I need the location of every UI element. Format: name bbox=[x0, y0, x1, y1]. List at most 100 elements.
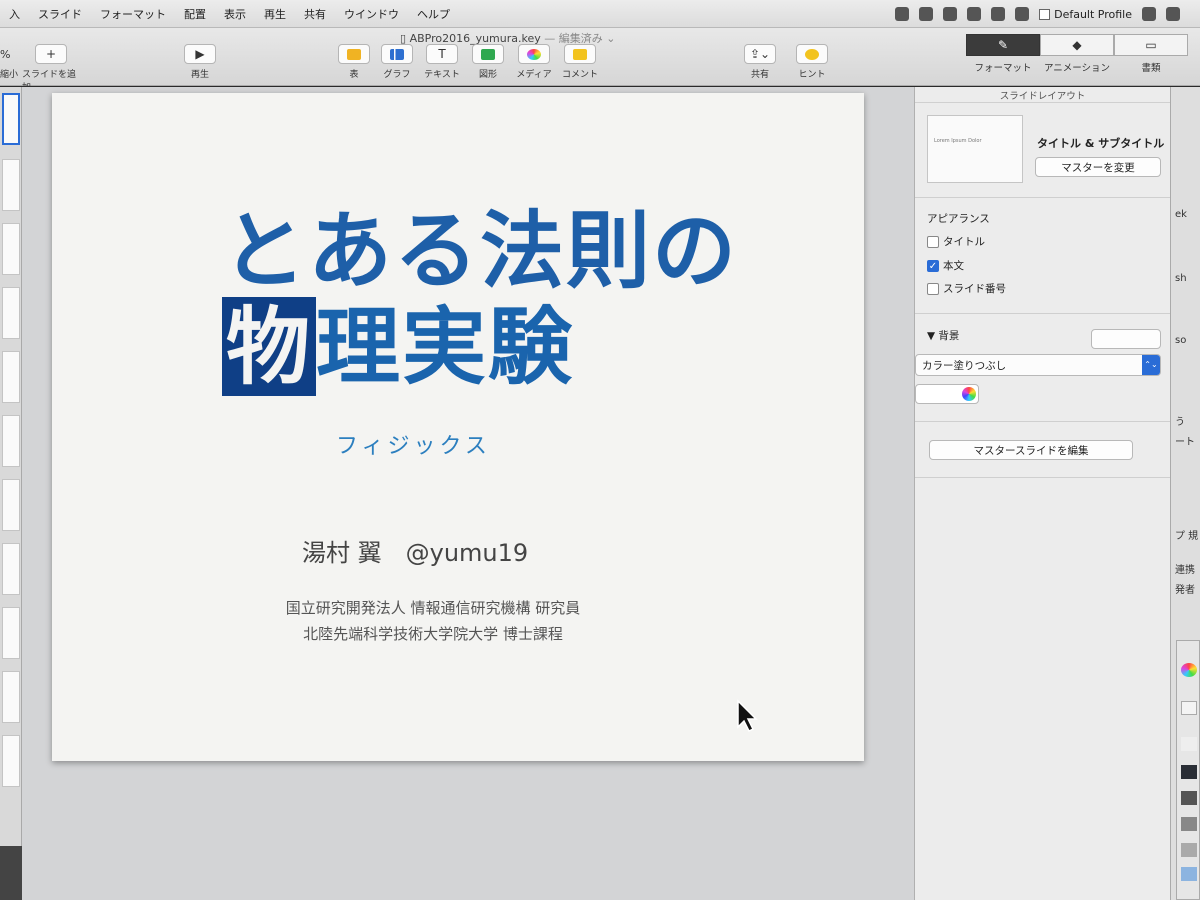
affiliation-line-1: 国立研究開発法人 情報通信研究機構 研究員 bbox=[285, 599, 581, 617]
affiliation-line-2: 北陸先端科学技術大学院大学 博士課程 bbox=[303, 625, 563, 643]
play-button[interactable]: ▶ 再生 bbox=[176, 44, 224, 80]
slide-thumbnail[interactable] bbox=[2, 607, 20, 659]
fill-type-select[interactable]: カラー塗りつぶし ⌃⌄ bbox=[915, 354, 1161, 376]
color-wheel-icon[interactable] bbox=[1181, 663, 1197, 677]
palette-swatch[interactable] bbox=[1181, 701, 1197, 715]
slide-thumbnail[interactable] bbox=[2, 479, 20, 531]
palette-swatch[interactable] bbox=[1181, 817, 1197, 831]
paintbrush-icon: ✎ bbox=[966, 34, 1040, 56]
layout-thumbnail[interactable]: Lorem Ipsum Dolor bbox=[927, 115, 1023, 183]
title-line-2-rest: 理実験 bbox=[316, 297, 575, 396]
comment-button[interactable]: コメント bbox=[556, 44, 604, 80]
palette-swatch[interactable] bbox=[1181, 765, 1197, 779]
slide-canvas[interactable]: とある法則の 物理実験 フィジックス 湯村 翼 @yumu19 国立研究開発法人… bbox=[22, 87, 914, 900]
zoom-label: 縮小 bbox=[0, 70, 19, 80]
slide-thumbnail[interactable] bbox=[2, 543, 20, 595]
divider bbox=[915, 421, 1171, 422]
menu-insert[interactable]: 入 bbox=[0, 6, 29, 22]
evernote-icon[interactable] bbox=[895, 7, 910, 21]
menu-help[interactable]: ヘルプ bbox=[408, 6, 459, 22]
color-palette[interactable] bbox=[1176, 640, 1200, 900]
plus-icon: + bbox=[35, 44, 67, 64]
slide-navigator[interactable] bbox=[0, 87, 22, 847]
title-line-2: 物理実験 bbox=[222, 297, 738, 396]
slide[interactable]: とある法則の 物理実験 フィジックス 湯村 翼 @yumu19 国立研究開発法人… bbox=[52, 93, 864, 761]
background-text: 連携 bbox=[1175, 565, 1195, 576]
body-checkbox[interactable]: ✓ bbox=[927, 259, 939, 272]
tab-document[interactable]: ▭ 書類 bbox=[1114, 34, 1188, 80]
slide-title[interactable]: とある法則の 物理実験 bbox=[222, 203, 738, 396]
menu-format[interactable]: フォーマット bbox=[91, 6, 175, 22]
cloud-icon[interactable] bbox=[943, 7, 958, 21]
drive-icon[interactable] bbox=[967, 7, 982, 21]
profile-menu[interactable]: Default Profile bbox=[1039, 8, 1132, 21]
body-checkbox-row[interactable]: ✓ 本文 bbox=[927, 258, 964, 273]
title-checkbox-row[interactable]: タイトル bbox=[927, 234, 985, 249]
slide-thumbnail[interactable] bbox=[2, 415, 20, 467]
title-checkbox-label: タイトル bbox=[943, 236, 985, 248]
tab-format[interactable]: ✎ フォーマット bbox=[966, 34, 1040, 80]
menu-play[interactable]: 再生 bbox=[255, 6, 295, 22]
wifi-icon[interactable] bbox=[1015, 7, 1030, 21]
share-label: 共有 bbox=[750, 70, 769, 80]
dropbox-icon[interactable] bbox=[991, 7, 1006, 21]
table-button[interactable]: 表 bbox=[330, 44, 378, 80]
media-button[interactable]: メディア bbox=[510, 44, 558, 80]
tips-button[interactable]: ヒント bbox=[788, 44, 836, 80]
background-text: ート bbox=[1175, 437, 1195, 448]
menu-view[interactable]: 表示 bbox=[215, 6, 255, 22]
menu-share[interactable]: 共有 bbox=[295, 6, 335, 22]
add-slide-button[interactable]: + スライドを追加 bbox=[22, 44, 80, 93]
slide-thumbnail[interactable] bbox=[2, 93, 20, 145]
background-section-toggle[interactable]: ▼ 背景 bbox=[927, 328, 959, 343]
sync-icon[interactable] bbox=[919, 7, 934, 21]
share-button[interactable]: ⇪⌄ 共有 bbox=[736, 44, 784, 80]
slide-thumbnail[interactable] bbox=[2, 159, 20, 211]
change-master-button[interactable]: マスターを変更 bbox=[1035, 157, 1161, 177]
color-wheel-icon[interactable] bbox=[962, 387, 976, 401]
slide-number-checkbox-row[interactable]: スライド番号 bbox=[927, 281, 1006, 296]
tips-icon bbox=[796, 44, 828, 64]
color-well[interactable] bbox=[915, 384, 979, 404]
palette-swatch[interactable] bbox=[1181, 867, 1197, 881]
background-text: プ 規 bbox=[1175, 531, 1199, 542]
menu-arrange[interactable]: 配置 bbox=[175, 6, 215, 22]
slide-thumbnail[interactable] bbox=[2, 223, 20, 275]
palette-swatch[interactable] bbox=[1181, 737, 1197, 751]
shape-icon bbox=[472, 44, 504, 64]
zoom-control[interactable]: % 縮小 bbox=[0, 48, 18, 80]
fill-type-value: カラー塗りつぶし bbox=[922, 360, 1007, 372]
inspector-header: スライドレイアウト bbox=[915, 87, 1170, 103]
palette-swatch[interactable] bbox=[1181, 791, 1197, 805]
slide-thumbnail[interactable] bbox=[2, 735, 20, 787]
play-icon: ▶ bbox=[184, 44, 216, 64]
shape-button[interactable]: 図形 bbox=[464, 44, 512, 80]
divider bbox=[915, 477, 1171, 478]
background-text: 発者 bbox=[1175, 585, 1195, 596]
toolbar: ▯ ABPro2016_yumura.key — 編集済み ⌄ % 縮小 + ス… bbox=[0, 28, 1200, 93]
slide-number-checkbox[interactable] bbox=[927, 282, 939, 295]
background-text: so bbox=[1175, 335, 1187, 346]
slide-author[interactable]: 湯村 翼 @yumu19 bbox=[302, 533, 528, 568]
slide-affiliation[interactable]: 国立研究開発法人 情報通信研究機構 研究員 北陸先端科学技術大学院大学 博士課程 bbox=[258, 595, 608, 647]
slide-thumbnail[interactable] bbox=[2, 671, 20, 723]
menu-slide[interactable]: スライド bbox=[29, 6, 91, 22]
chart-button[interactable]: グラフ bbox=[373, 44, 421, 80]
text-button[interactable]: T テキスト bbox=[418, 44, 466, 80]
hat-icon[interactable] bbox=[1166, 7, 1180, 21]
background-color-preview[interactable] bbox=[1091, 329, 1161, 349]
palette-swatch[interactable] bbox=[1181, 843, 1197, 857]
slide-thumbnail[interactable] bbox=[2, 351, 20, 403]
chart-label: グラフ bbox=[383, 70, 411, 80]
title-checkbox[interactable] bbox=[927, 235, 939, 248]
comment-icon bbox=[564, 44, 596, 64]
tab-animate[interactable]: ◆ アニメーション bbox=[1040, 34, 1114, 80]
media-icon bbox=[518, 44, 550, 64]
zoom-value[interactable]: % bbox=[0, 48, 18, 61]
media-label: メディア bbox=[516, 70, 552, 80]
edit-master-slide-button[interactable]: マスタースライドを編集 bbox=[929, 440, 1133, 460]
slide-number-checkbox-label: スライド番号 bbox=[943, 283, 1006, 295]
flag-icon[interactable] bbox=[1142, 7, 1156, 21]
slide-thumbnail[interactable] bbox=[2, 287, 20, 339]
menu-window[interactable]: ウインドウ bbox=[335, 6, 408, 22]
